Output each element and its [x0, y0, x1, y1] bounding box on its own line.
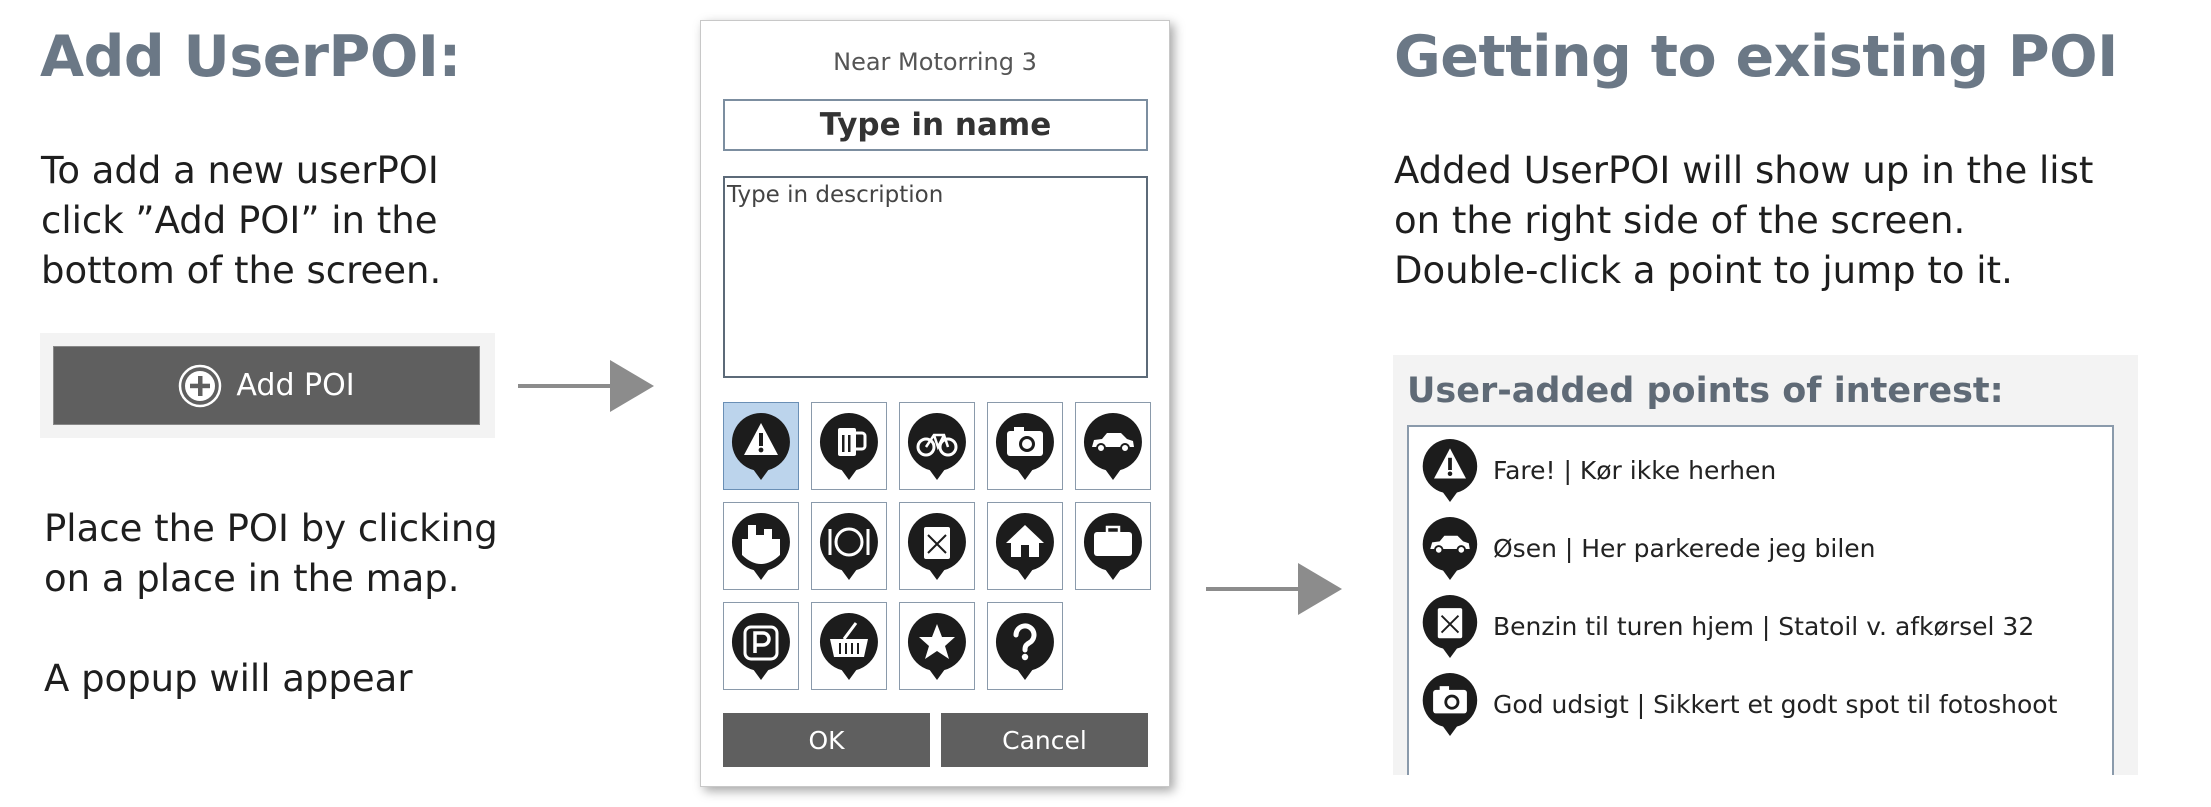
- icon-option-question[interactable]: [987, 602, 1063, 690]
- icon-option-car[interactable]: [1075, 402, 1151, 490]
- beer-icon: [819, 413, 878, 480]
- restaurant-icon: [819, 513, 878, 580]
- description-input[interactable]: [723, 176, 1148, 378]
- cancel-button[interactable]: Cancel: [941, 713, 1148, 767]
- popup-text: A popup will appear: [44, 657, 413, 700]
- place-line: Place the POI by clicking: [44, 507, 498, 550]
- shopping-basket-icon: [819, 613, 878, 680]
- fuel-icon: [1422, 595, 1478, 658]
- icon-option-briefcase[interactable]: [1075, 502, 1151, 590]
- poi-list-title: User-added points of interest:: [1407, 371, 2004, 411]
- warning-icon: [1422, 439, 1478, 502]
- poi-list-item[interactable]: Benzin til turen hjem | Statoil v. afkør…: [1419, 591, 2034, 661]
- car-icon: [1422, 517, 1478, 580]
- poi-item-text: Benzin til turen hjem | Statoil v. afkør…: [1493, 611, 2035, 641]
- city-icon: [731, 513, 790, 580]
- camera-icon: [995, 413, 1054, 480]
- poi-list: Fare! | Kør ikke herhen Øsen | Her parke…: [1407, 425, 2114, 775]
- intro-line: To add a new userPOI: [41, 149, 439, 192]
- icon-option-camera[interactable]: [987, 402, 1063, 490]
- add-poi-button[interactable]: Add POI: [53, 346, 480, 425]
- arrow-line: [1206, 587, 1302, 591]
- fuel-icon: [907, 513, 966, 580]
- ok-button[interactable]: OK: [723, 713, 930, 767]
- poi-item-text: God udsigt | Sikkert et godt spot til fo…: [1493, 689, 2058, 719]
- bicycle-icon: [907, 413, 966, 480]
- poi-item-text: Fare! | Kør ikke herhen: [1493, 455, 1777, 485]
- poi-list-item[interactable]: Fare! | Kør ikke herhen: [1419, 435, 1776, 505]
- plus-circle-icon: [179, 364, 222, 407]
- arrow-head: [1298, 563, 1342, 615]
- poi-list-panel: User-added points of interest: Fare! | K…: [1393, 355, 2138, 775]
- explanation-line: Double-click a point to jump to it.: [1394, 249, 2013, 292]
- add-poi-label: Add POI: [236, 368, 355, 403]
- warning-icon: [731, 413, 790, 480]
- dialog-title: Near Motorring 3: [833, 48, 1037, 76]
- home-icon: [995, 513, 1054, 580]
- icon-option-home[interactable]: [987, 502, 1063, 590]
- icon-option-city[interactable]: [723, 502, 799, 590]
- icon-option-beer[interactable]: [811, 402, 887, 490]
- add-poi-dialog: Near Motorring 3 Type in name Type in de…: [700, 20, 1170, 787]
- place-line: on a place in the map.: [44, 557, 460, 600]
- arrow-head: [610, 360, 654, 412]
- icon-option-fuel[interactable]: [899, 502, 975, 590]
- poi-list-item[interactable]: God udsigt | Sikkert et godt spot til fo…: [1419, 669, 2057, 739]
- icon-option-shopping-basket[interactable]: [811, 602, 887, 690]
- poi-item-text: Øsen | Her parkerede jeg bilen: [1493, 533, 1876, 563]
- question-icon: [995, 613, 1054, 680]
- explanation-line: Added UserPOI will show up in the list: [1394, 149, 2094, 192]
- parking-icon: [731, 613, 790, 680]
- arrow-line: [518, 384, 614, 388]
- briefcase-icon: [1083, 513, 1142, 580]
- icon-option-restaurant[interactable]: [811, 502, 887, 590]
- list-explanation-text: Added UserPOI will show up in the list o…: [1394, 146, 2093, 296]
- intro-line: click ”Add POI” in the: [41, 199, 438, 242]
- icon-option-warning[interactable]: [723, 402, 799, 490]
- camera-icon: [1422, 673, 1478, 736]
- icon-option-parking[interactable]: [723, 602, 799, 690]
- star-icon: [907, 613, 966, 680]
- icon-option-bicycle[interactable]: [899, 402, 975, 490]
- add-poi-button-frame: Add POI: [40, 333, 495, 438]
- intro-line: bottom of the screen.: [41, 249, 442, 292]
- add-userpoi-heading: Add UserPOI:: [40, 24, 461, 90]
- intro-text: To add a new userPOI click ”Add POI” in …: [41, 146, 441, 296]
- icon-option-star[interactable]: [899, 602, 975, 690]
- poi-list-item[interactable]: Øsen | Her parkerede jeg bilen: [1419, 513, 1876, 583]
- getting-to-poi-heading: Getting to existing POI: [1394, 24, 2118, 90]
- car-icon: [1083, 413, 1142, 480]
- name-input[interactable]: [723, 99, 1148, 151]
- place-text: Place the POI by clicking on a place in …: [44, 504, 498, 604]
- explanation-line: on the right side of the screen.: [1394, 199, 1966, 242]
